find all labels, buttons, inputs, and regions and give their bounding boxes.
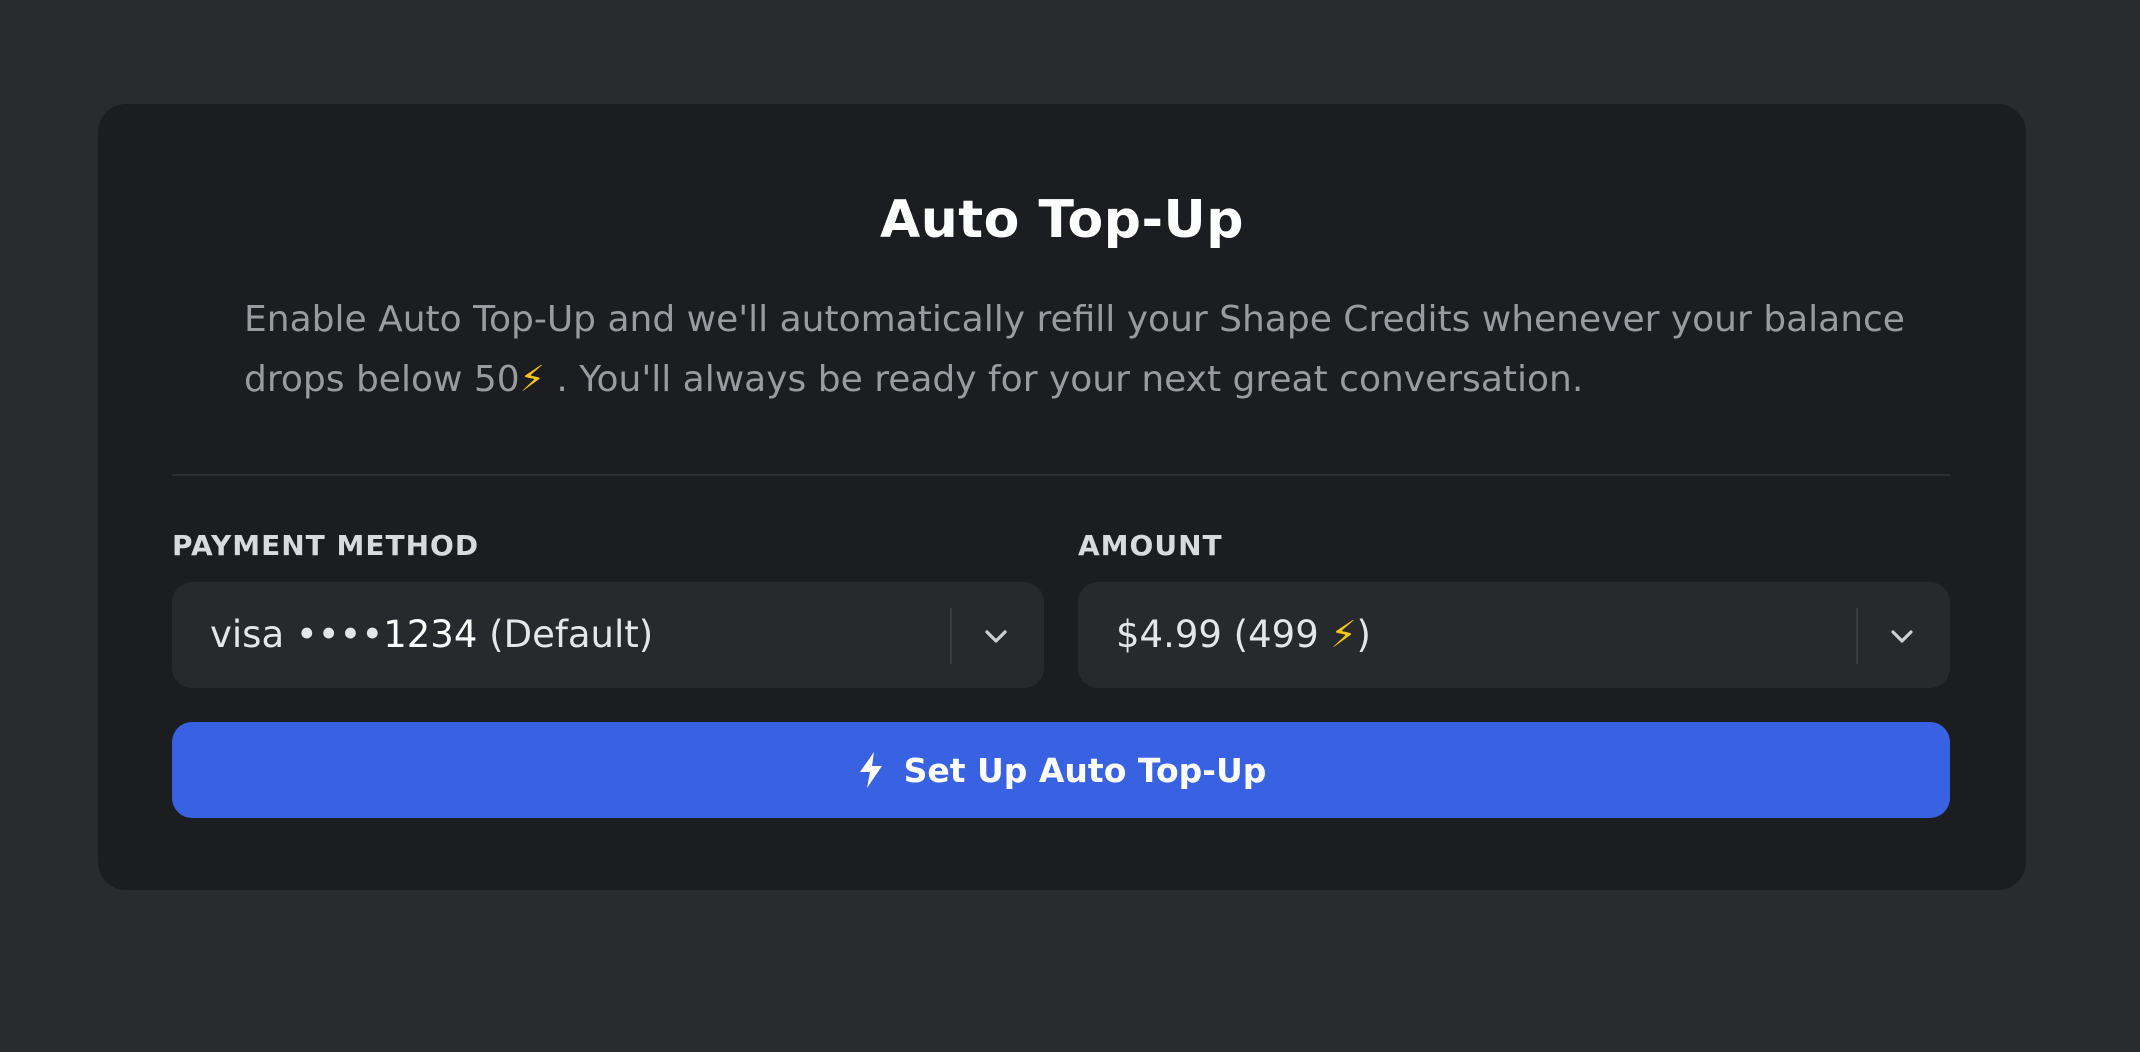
set-up-auto-top-up-button[interactable]: Set Up Auto Top-Up [172, 722, 1950, 818]
card-brand: visa [210, 613, 285, 656]
chevron-down-icon[interactable] [1886, 620, 1918, 652]
amount-label: AMOUNT [1078, 529, 1223, 562]
set-up-auto-top-up-label: Set Up Auto Top-Up [903, 750, 1267, 790]
card-title: Auto Top-Up [880, 190, 1244, 250]
amount-select[interactable]: $4.99 (499 ⚡) [1078, 582, 1950, 688]
payment-method-select[interactable]: visa ••••1234 (Default) [172, 582, 1044, 688]
payment-method-label: PAYMENT METHOD [172, 529, 480, 562]
divider [172, 474, 1950, 476]
card-default-tag: (Default) [489, 613, 654, 656]
select-separator [950, 608, 952, 664]
lightning-bolt-emoji-icon: ⚡ [519, 359, 545, 400]
description-text-end: . You'll always be ready for your next g… [544, 359, 1584, 400]
card-last4: 1234 [383, 613, 478, 656]
lightning-bolt-emoji-icon: ⚡ [1330, 613, 1357, 656]
chevron-down-icon[interactable] [980, 620, 1012, 652]
amount-price: $4.99 (499 [1116, 613, 1331, 656]
card-description: Enable Auto Top-Up and we'll automatical… [244, 290, 1924, 410]
amount-close: ) [1356, 613, 1371, 656]
lightning-bolt-icon [859, 752, 882, 788]
select-separator [1856, 608, 1858, 664]
card-mask: •••• [295, 613, 384, 656]
auto-top-up-card: Auto Top-Up Enable Auto Top-Up and we'll… [98, 104, 2026, 890]
payment-method-value: visa ••••1234 (Default) [210, 582, 653, 688]
amount-value: $4.99 (499 ⚡) [1116, 582, 1371, 688]
